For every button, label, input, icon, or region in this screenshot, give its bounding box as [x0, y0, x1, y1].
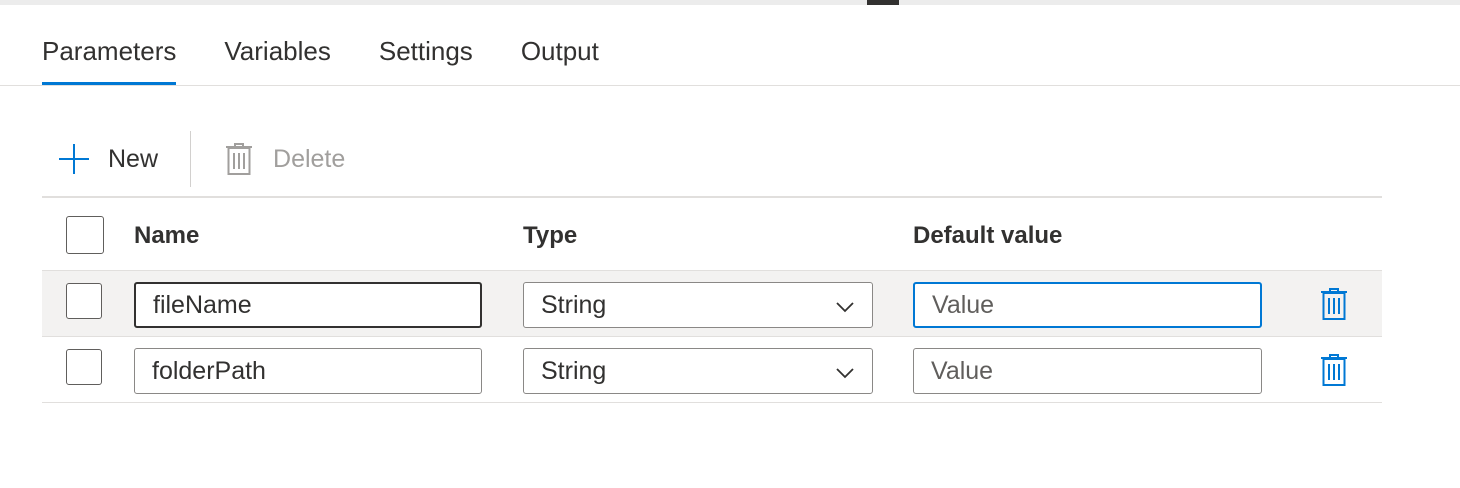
- default-value-input[interactable]: Value: [913, 348, 1262, 394]
- select-all-checkbox[interactable]: [66, 216, 104, 254]
- new-button-label: New: [108, 144, 159, 173]
- plus-icon: [58, 143, 90, 175]
- tab-output[interactable]: Output: [521, 28, 599, 85]
- chevron-down-icon: [835, 357, 855, 386]
- toolbar: New Delete: [42, 130, 345, 188]
- type-dropdown-value: String: [541, 356, 607, 385]
- table-row: folderPath String Value: [42, 337, 1382, 403]
- tab-bar: Parameters Variables Settings Output: [42, 28, 647, 85]
- grid-header: Name Type Default value: [42, 196, 1382, 271]
- row-checkbox[interactable]: [66, 283, 102, 319]
- name-input-value: folderPath: [152, 356, 266, 385]
- default-value-placeholder: Value: [931, 356, 994, 385]
- trash-icon: [1321, 288, 1347, 320]
- row-checkbox[interactable]: [66, 349, 102, 385]
- default-value-placeholder: Value: [932, 290, 995, 319]
- tab-divider: [0, 85, 1460, 86]
- table-row: fileName String Value: [42, 271, 1382, 337]
- column-header-default-value: Default value: [913, 222, 1063, 249]
- tab-variables[interactable]: Variables: [224, 28, 330, 85]
- delete-button-label: Delete: [273, 144, 346, 173]
- tab-settings[interactable]: Settings: [379, 28, 473, 85]
- panel-resize-handle[interactable]: [867, 0, 899, 5]
- row-delete-button[interactable]: [1320, 287, 1348, 321]
- delete-button[interactable]: Delete: [191, 130, 345, 188]
- name-input-value: fileName: [153, 290, 252, 319]
- default-value-input[interactable]: Value: [913, 282, 1262, 328]
- trash-icon: [225, 142, 253, 176]
- name-input[interactable]: folderPath: [134, 348, 482, 394]
- name-input[interactable]: fileName: [134, 282, 482, 328]
- new-button[interactable]: New: [42, 130, 190, 188]
- type-dropdown[interactable]: String: [523, 282, 873, 328]
- trash-icon: [1321, 354, 1347, 386]
- row-delete-button[interactable]: [1320, 353, 1348, 387]
- top-border: [0, 0, 1460, 5]
- column-header-type: Type: [523, 222, 578, 249]
- type-dropdown[interactable]: String: [523, 348, 873, 394]
- column-header-name: Name: [134, 222, 200, 249]
- tab-parameters[interactable]: Parameters: [42, 28, 177, 85]
- chevron-down-icon: [835, 291, 855, 320]
- type-dropdown-value: String: [541, 290, 607, 319]
- parameters-grid: Name Type Default value fileName String …: [42, 196, 1382, 403]
